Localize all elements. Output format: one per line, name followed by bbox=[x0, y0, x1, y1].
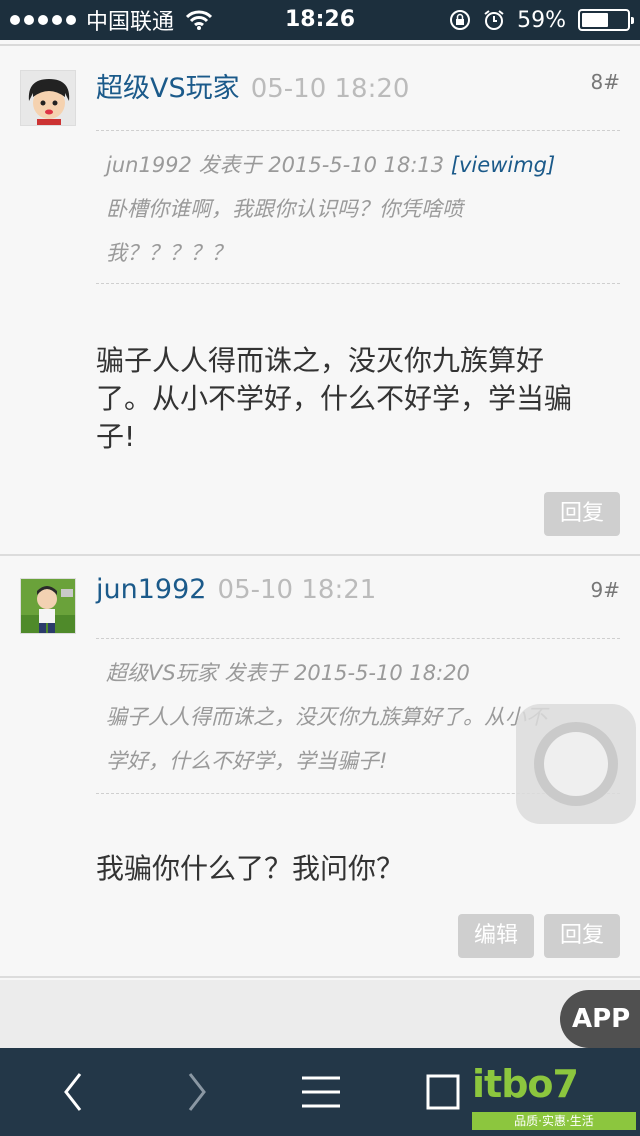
floor-number: 8# bbox=[590, 70, 620, 94]
bottom-strip bbox=[0, 980, 640, 1048]
reply-button[interactable]: 回复 bbox=[544, 914, 620, 958]
reply-button[interactable]: 回复 bbox=[544, 492, 620, 536]
post-author[interactable]: jun1992 bbox=[96, 574, 206, 605]
quote-line: 我？？？？？ bbox=[106, 241, 232, 265]
content-line: 骗子人人得而诛之，没灭你九族算好 bbox=[96, 344, 545, 377]
status-bar: 中国联通 18:26 59% bbox=[0, 0, 640, 40]
forward-icon[interactable] bbox=[172, 1070, 222, 1114]
tabs-icon[interactable] bbox=[420, 1070, 470, 1114]
avatar[interactable] bbox=[20, 70, 76, 126]
watermark-text: itbo7 bbox=[472, 1062, 579, 1106]
post-content: 骗子人人得而诛之，没灭你九族算好 了。从小不学好，什么不好学，学当骗 子! bbox=[96, 342, 616, 456]
watermark-logo: itbo7 品质·实惠·生活 bbox=[468, 1062, 640, 1134]
post-author[interactable]: 超级VS玩家 bbox=[96, 73, 240, 104]
edit-button[interactable]: 编辑 bbox=[458, 914, 534, 958]
assistive-touch-button[interactable] bbox=[516, 704, 636, 824]
quote-header: jun1992 发表于 2015-5-10 18:13 bbox=[106, 153, 445, 177]
watermark-tagline: 品质·实惠·生活 bbox=[472, 1112, 636, 1130]
content-line: 子! bbox=[96, 420, 136, 453]
post-item: 超级VS玩家 05-10 18:20 8# jun1992 发表于 2015-5… bbox=[0, 48, 640, 554]
quote-block: jun1992 发表于 2015-5-10 18:13 [viewimg] 卧槽… bbox=[96, 130, 620, 284]
rotation-lock-icon bbox=[450, 10, 471, 30]
menu-icon[interactable] bbox=[296, 1070, 346, 1114]
back-icon[interactable] bbox=[48, 1070, 98, 1114]
post-divider bbox=[0, 976, 640, 978]
quote-line: 卧槽你谁啊，我跟你认识吗？你凭啥喷 bbox=[106, 197, 463, 221]
post-time: 05-10 18:21 bbox=[217, 575, 377, 605]
top-divider bbox=[0, 44, 640, 46]
alarm-icon bbox=[484, 10, 504, 30]
post-content: 我骗你什么了？我问你？ bbox=[96, 850, 616, 888]
avatar[interactable] bbox=[20, 578, 76, 634]
quote-header: 超级VS玩家 发表于 2015-5-10 18:20 bbox=[106, 661, 470, 685]
battery-percent: 59% bbox=[517, 7, 566, 33]
content-line: 我骗你什么了？我问你？ bbox=[96, 852, 405, 885]
battery-icon bbox=[578, 9, 634, 31]
app-download-button[interactable]: APP bbox=[560, 990, 640, 1048]
floor-number: 9# bbox=[590, 578, 620, 602]
post-time: 05-10 18:20 bbox=[250, 74, 410, 104]
viewimg-link[interactable]: [viewimg] bbox=[451, 153, 555, 177]
content-line: 了。从小不学好，什么不好学，学当骗 bbox=[96, 382, 573, 415]
